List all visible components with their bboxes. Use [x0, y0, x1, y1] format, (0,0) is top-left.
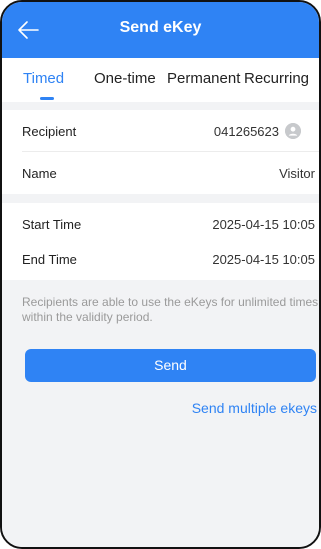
- start-time-label: Start Time: [22, 217, 82, 232]
- tab-bar: Timed One-time Permanent Recurring: [2, 58, 319, 102]
- end-time-row[interactable]: End Time 2025-04-15 10:05: [2, 238, 319, 280]
- footer-area: Recipients are able to use the eKeys for…: [2, 280, 319, 547]
- header-bar: Send eKey: [2, 2, 319, 58]
- recipient-value[interactable]: 041265623: [214, 124, 279, 139]
- send-button[interactable]: Send: [25, 349, 316, 382]
- tab-one-time[interactable]: One-time: [94, 70, 156, 87]
- validity-note: Recipients are able to use the eKeys for…: [22, 295, 319, 324]
- tab-permanent[interactable]: Permanent: [167, 70, 240, 87]
- section-gap: [2, 194, 319, 203]
- tab-recurring[interactable]: Recurring: [244, 70, 309, 87]
- end-time-value[interactable]: 2025-04-15 10:05: [212, 252, 315, 267]
- recipient-row[interactable]: Recipient 041265623: [2, 110, 319, 152]
- recipient-label: Recipient: [22, 124, 77, 139]
- name-value[interactable]: Visitor: [279, 166, 315, 181]
- section-gap: [2, 102, 319, 110]
- page-title: Send eKey: [119, 19, 202, 36]
- send-multiple-ekeys-link[interactable]: Send multiple ekeys: [192, 400, 317, 416]
- contact-person-icon[interactable]: [285, 123, 301, 139]
- name-label: Name: [22, 166, 57, 181]
- active-tab-indicator: [40, 97, 54, 100]
- app-screen: Send eKey Timed One-time Permanent Recur…: [0, 0, 321, 549]
- name-row[interactable]: Name Visitor: [2, 152, 319, 194]
- tab-timed[interactable]: Timed: [23, 70, 64, 87]
- end-time-label: End Time: [22, 252, 77, 267]
- start-time-value[interactable]: 2025-04-15 10:05: [212, 217, 315, 232]
